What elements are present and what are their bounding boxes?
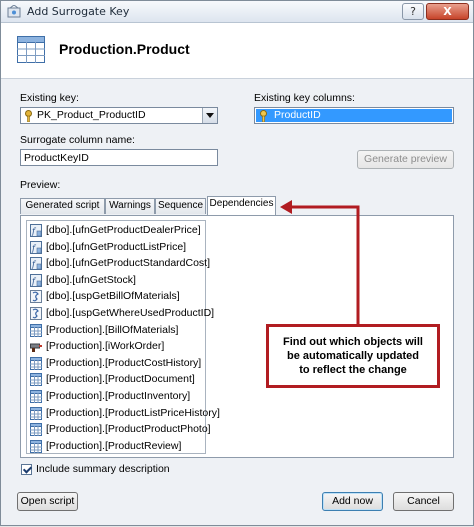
- dependency-name: [dbo].[ufnGetProductStandardCost]: [46, 257, 211, 270]
- callout-line: be automatically updated: [286, 350, 420, 362]
- key-icon: [25, 110, 32, 122]
- dependency-name: [Production].[ProductDocument]: [46, 373, 195, 386]
- add-surrogate-key-dialog: Add Surrogate Key ? X Production.Product…: [0, 0, 474, 526]
- list-item[interactable]: f [dbo].[ufnGetProductListPrice]: [29, 240, 205, 256]
- table-icon: [30, 423, 42, 437]
- key-column-label: ProductID: [274, 109, 321, 121]
- close-button[interactable]: X: [426, 3, 469, 20]
- existing-key-columns-label: Existing key columns:: [254, 92, 355, 104]
- list-item[interactable]: [Production].[ProductInventory]: [29, 389, 205, 405]
- dependency-name: [Production].[ProductCostHistory]: [46, 356, 202, 369]
- table-icon: [30, 390, 42, 403]
- dependency-name: [Production].[ProductListPriceHistory]: [46, 406, 220, 419]
- tab-generated-script[interactable]: Generated script: [20, 198, 105, 214]
- table-icon: [30, 439, 42, 453]
- list-item[interactable]: f [dbo].[ufnGetProductStandardCost]: [29, 256, 210, 272]
- table-icon: [30, 323, 42, 337]
- dependency-name: [dbo].[ufnGetProductListPrice]: [46, 240, 187, 253]
- procedure-icon: [30, 307, 42, 320]
- header-banner: Production.Product: [1, 23, 473, 79]
- dependency-name: [dbo].[uspGetWhereUsedProductID]: [46, 307, 215, 319]
- function-icon: f: [30, 273, 42, 287]
- dependency-name: [dbo].[ufnGetStock]: [46, 273, 136, 286]
- list-item[interactable]: f [dbo].[ufnGetProductDealerPrice]: [29, 223, 205, 239]
- title-bar: Add Surrogate Key ? X: [1, 1, 473, 23]
- function-icon: f: [30, 224, 42, 237]
- table-icon: [30, 356, 42, 370]
- list-item[interactable]: [Production].[ProductListPriceHistory]: [29, 406, 220, 422]
- open-script-button[interactable]: Open script: [17, 492, 78, 511]
- surrogate-column-label: Surrogate column name:: [20, 134, 135, 146]
- wizard-icon: [7, 5, 21, 18]
- dependency-name: [Production].[ProductInventory]: [46, 390, 191, 402]
- surrogate-column-input[interactable]: [21, 150, 217, 165]
- preview-label: Preview:: [20, 179, 61, 191]
- list-item[interactable]: [dbo].[uspGetWhereUsedProductID]: [29, 306, 214, 322]
- function-icon: f: [30, 257, 42, 271]
- dependency-name: [Production].[iWorkOrder]: [46, 340, 165, 353]
- dependencies-list[interactable]: f [dbo].[ufnGetProductDealerPrice] f [dbo].…: [26, 220, 220, 455]
- dependency-name: [dbo].[uspGetBillOfMaterials]: [46, 290, 180, 303]
- window-title: Add Surrogate Key: [27, 5, 130, 18]
- list-item[interactable]: [dbo].[uspGetBillOfMaterials]: [29, 289, 205, 305]
- list-item[interactable]: f [dbo].[ufnGetStock]: [29, 273, 205, 289]
- callout-line: to reflect the change: [299, 364, 407, 376]
- list-item[interactable]: [Production].[ProductReview]: [29, 439, 205, 455]
- key-icon: [260, 110, 267, 122]
- list-item[interactable]: ProductID: [256, 109, 452, 122]
- dependency-name: [dbo].[ufnGetProductDealerPrice]: [46, 224, 201, 236]
- page-title: Production.Product: [59, 41, 190, 57]
- table-icon: [30, 373, 42, 387]
- existing-key-label: Existing key:: [20, 92, 79, 104]
- list-item[interactable]: [Production].[iWorkOrder]: [29, 339, 205, 355]
- table-icon: [17, 36, 45, 63]
- callout-note: Find out which objects will be automatic…: [266, 324, 440, 388]
- dependency-name: [Production].[ProductProductPhoto]: [46, 423, 211, 436]
- include-summary-label[interactable]: Include summary description: [36, 463, 170, 475]
- include-summary-checkbox[interactable]: [21, 464, 32, 475]
- surrogate-column-field[interactable]: [20, 149, 218, 166]
- help-button[interactable]: ?: [402, 3, 424, 20]
- existing-key-dropdown[interactable]: PK_Product_ProductID: [20, 107, 218, 124]
- chevron-down-icon[interactable]: [202, 108, 217, 123]
- list-item[interactable]: [Production].[ProductDocument]: [29, 372, 205, 388]
- tab-warnings[interactable]: Warnings: [105, 198, 155, 214]
- table-icon: [30, 406, 42, 420]
- cancel-button[interactable]: Cancel: [393, 492, 454, 511]
- existing-key-value: PK_Product_ProductID: [37, 109, 146, 121]
- existing-key-columns-list[interactable]: ProductID: [254, 107, 454, 124]
- dependency-name: [Production].[ProductReview]: [46, 439, 182, 452]
- tab-dependencies[interactable]: Dependencies: [207, 196, 276, 215]
- dependency-name: [Production].[BillOfMaterials]: [46, 323, 179, 336]
- callout-line: Find out which objects will: [283, 336, 423, 348]
- tab-sequence[interactable]: Sequence: [155, 198, 206, 214]
- add-now-button[interactable]: Add now: [322, 492, 383, 511]
- procedure-icon: [30, 290, 42, 304]
- function-icon: f: [30, 240, 42, 254]
- list-item[interactable]: [Production].[ProductCostHistory]: [29, 356, 205, 372]
- generate-preview-button[interactable]: Generate preview: [357, 150, 454, 169]
- list-item[interactable]: [Production].[ProductProductPhoto]: [29, 422, 211, 438]
- trigger-icon: [30, 340, 42, 353]
- list-item[interactable]: [Production].[BillOfMaterials]: [29, 323, 205, 339]
